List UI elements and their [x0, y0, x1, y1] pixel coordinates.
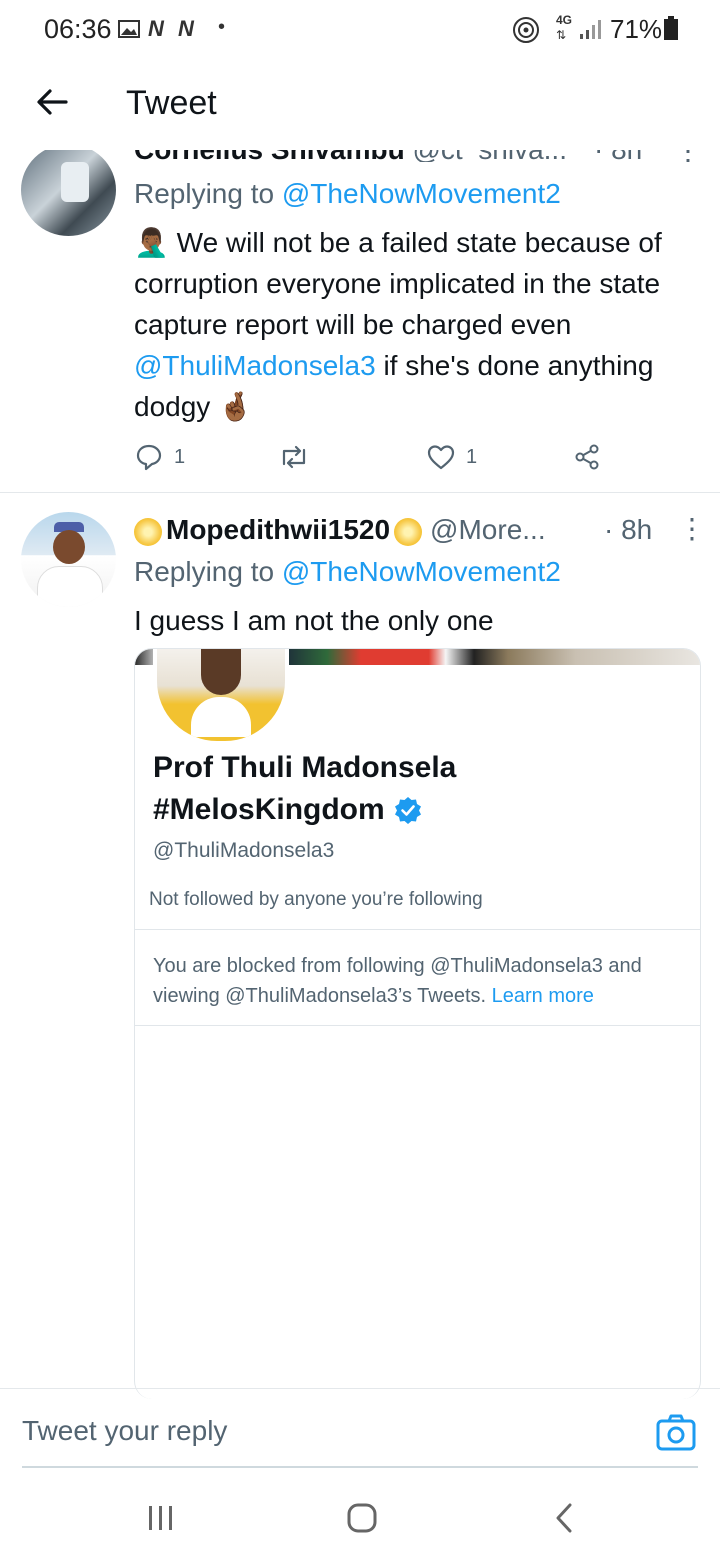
avatar-face — [53, 530, 85, 564]
crossed-fingers-emoji: 🤞🏾 — [218, 391, 253, 422]
profile-avatar-shirt — [191, 697, 251, 737]
heart-icon — [427, 445, 455, 470]
gallery-notification-icon — [118, 20, 140, 38]
share-action[interactable] — [572, 442, 602, 472]
battery-percent: 71% — [610, 14, 663, 44]
more-options-icon[interactable]: ⋮ — [674, 150, 702, 162]
avatar-shirt — [37, 566, 103, 607]
profile-handle: @ThuliMadonsela3 — [153, 839, 335, 862]
profile-name-line2: #MelosKingdom — [153, 793, 385, 826]
like-count: 1 — [466, 445, 478, 468]
news-notification-icon-2: N — [178, 16, 194, 41]
back-nav-icon[interactable] — [552, 1502, 576, 1534]
facepalm-emoji: 🤦🏾‍♂️ — [134, 227, 169, 258]
replying-prefix: Replying to — [134, 556, 282, 587]
more-options-icon[interactable]: ⋮ — [678, 512, 706, 545]
hotspot-icon — [513, 17, 539, 43]
sun-emoji-icon-2 — [394, 517, 423, 546]
more-notifications-dot-icon: • — [218, 16, 226, 38]
tweet-author-line: Cornelius Shivambu @ct_shiva... · 8h ⋮ — [134, 150, 704, 162]
profile-name: Prof Thuli Madonsela #MelosKingdom — [153, 747, 456, 831]
tweet-actions: 1 1 — [134, 442, 604, 476]
signal-icon — [580, 20, 601, 39]
avatar-figure — [61, 162, 89, 202]
back-arrow-icon[interactable] — [32, 82, 72, 122]
tweet-text-part1: We will not be a failed state because of… — [134, 227, 662, 340]
reply-action[interactable]: 1 — [134, 442, 185, 472]
avatar[interactable] — [21, 512, 116, 607]
reply-composer[interactable]: Tweet your reply — [0, 1388, 720, 1469]
tweet-time: · 8h — [594, 150, 642, 162]
reply-input[interactable]: Tweet your reply — [22, 1415, 227, 1447]
verified-badge-icon — [394, 797, 421, 824]
tweet-body: 🤦🏾‍♂️ We will not be a failed state beca… — [134, 222, 704, 427]
profile-name-line2-row: #MelosKingdom — [153, 789, 456, 831]
author-handle: @ct_shiva... — [413, 150, 567, 162]
status-time: 06:36 — [44, 14, 112, 44]
blocked-notice: You are blocked from following @ThuliMad… — [153, 951, 688, 1011]
share-icon — [575, 444, 599, 470]
news-notification-icon: N — [148, 16, 164, 41]
page-title: Tweet — [126, 84, 217, 122]
network-type: 4G — [556, 13, 573, 27]
avatar[interactable] — [21, 150, 116, 236]
app-header: Tweet — [0, 62, 720, 150]
tweet-1[interactable]: Cornelius Shivambu @ct_shiva... · 8h ⋮ R… — [0, 150, 720, 490]
profile-avatar-face — [201, 649, 241, 695]
like-action[interactable]: 1 — [426, 442, 477, 472]
home-icon[interactable] — [346, 1502, 378, 1534]
retweet-action[interactable] — [278, 442, 310, 472]
profile-avatar[interactable] — [153, 649, 289, 745]
author-handle: @More... — [430, 514, 546, 545]
replying-to: Replying to @TheNowMovement2 — [134, 178, 561, 210]
sun-emoji-icon — [134, 517, 162, 546]
system-nav-bar — [0, 1470, 720, 1560]
replying-to: Replying to @TheNowMovement2 — [134, 556, 561, 588]
status-bar: 06:36 N N • 4G ⇅ 71% — [0, 0, 720, 60]
recent-apps-icon[interactable] — [146, 1504, 176, 1532]
tweet-text: I guess I am not the only one — [134, 605, 494, 636]
reply-count: 1 — [174, 445, 186, 468]
tweet-author-line: Mopedithwii1520 @More... · 8h ⋮ — [134, 512, 706, 550]
profile-name-line1: Prof Thuli Madonsela — [153, 751, 457, 784]
mention-link[interactable]: @ThuliMadonsela3 — [134, 350, 376, 381]
reply-input-underline — [22, 1466, 698, 1468]
retweet-icon — [282, 445, 306, 469]
battery-icon — [664, 16, 678, 40]
learn-more-link[interactable]: Learn more — [492, 985, 594, 1007]
tweet-time: · 8h — [604, 514, 653, 545]
replying-prefix: Replying to — [134, 178, 282, 209]
replying-handle-link[interactable]: @TheNowMovement2 — [282, 178, 561, 209]
tweet-divider — [0, 492, 720, 493]
card-divider — [135, 929, 700, 930]
replying-handle-link[interactable]: @TheNowMovement2 — [282, 556, 561, 587]
data-arrows-icon: ⇅ — [556, 28, 567, 42]
follow-info: Not followed by anyone you’re following — [149, 889, 483, 910]
reply-icon — [136, 444, 162, 471]
author-name[interactable]: Cornelius Shivambu — [134, 150, 405, 162]
card-divider — [135, 1025, 700, 1026]
camera-icon[interactable] — [656, 1413, 696, 1451]
embedded-image[interactable]: Prof Thuli Madonsela #MelosKingdom @Thul… — [134, 648, 701, 1399]
author-name[interactable]: Mopedithwii1520 — [166, 514, 390, 545]
